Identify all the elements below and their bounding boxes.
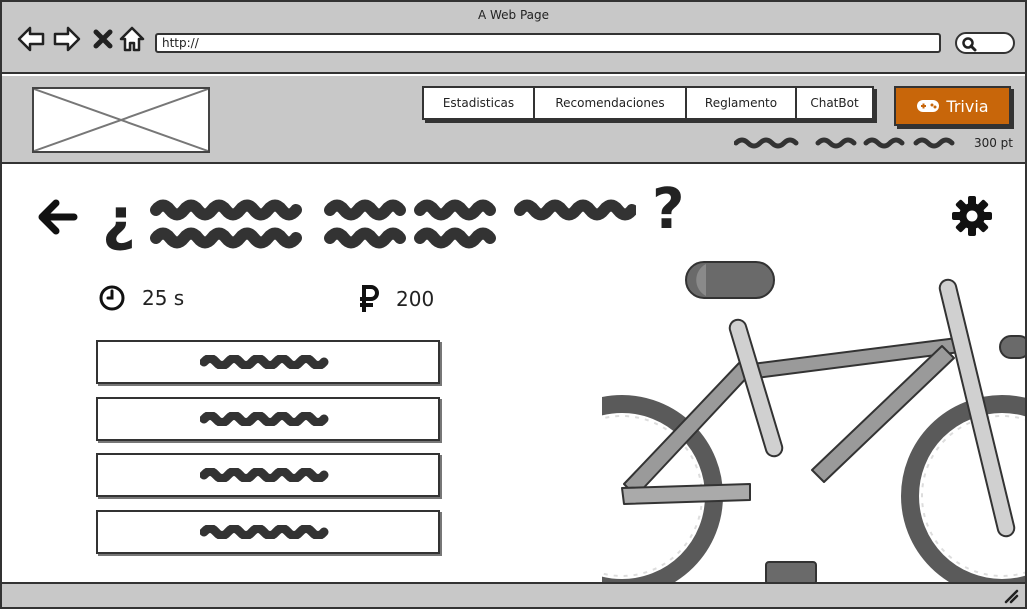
tab-reglamento[interactable]: Reglamento — [687, 88, 797, 118]
answer-text-scribble — [200, 468, 329, 482]
search-icon — [962, 37, 977, 52]
answer-option-4[interactable] — [96, 510, 440, 554]
logo-placeholder — [32, 87, 210, 153]
search-box[interactable] — [955, 32, 1015, 54]
reward-stat: 200 — [358, 284, 434, 314]
gear-icon — [952, 196, 992, 236]
back-button[interactable] — [36, 196, 78, 242]
timer-value: 25 s — [142, 286, 185, 310]
status-bar — [2, 582, 1025, 607]
trivia-label: Trivia — [946, 96, 989, 116]
ruble-icon — [360, 285, 379, 312]
trivia-button[interactable]: Trivia — [894, 86, 1011, 126]
timer-stat: 25 s — [98, 284, 184, 312]
answer-option-3[interactable] — [96, 453, 440, 497]
clock-icon — [99, 285, 125, 311]
answer-option-1[interactable] — [96, 340, 440, 384]
question-text-scribble — [150, 199, 636, 249]
answer-text-scribble — [200, 355, 329, 369]
trivia-question-panel: ¿ ? 25 s 200 — [2, 166, 1025, 582]
url-field[interactable]: http:// — [155, 33, 941, 53]
tab-chatbot[interactable]: ChatBot — [797, 88, 872, 118]
answer-text-scribble — [200, 525, 329, 539]
tab-recomendaciones[interactable]: Recomendaciones — [535, 88, 687, 118]
forward-arrow-icon[interactable] — [52, 24, 82, 54]
window-title: A Web Page — [477, 8, 550, 22]
answer-option-2[interactable] — [96, 397, 440, 441]
tab-estadisticas[interactable]: Estadisticas — [424, 88, 535, 118]
reward-value: 200 — [396, 287, 435, 311]
user-points: 300 pt — [973, 136, 1013, 150]
close-icon[interactable] — [88, 24, 118, 54]
question-open-mark: ¿ — [102, 185, 136, 253]
answer-text-scribble — [200, 412, 329, 426]
settings-button[interactable] — [950, 194, 994, 242]
browser-window: A Web Page http:// Estadisticas Recomend… — [0, 0, 1027, 609]
bicycle-illustration — [602, 261, 1025, 582]
username-scribble — [733, 137, 955, 149]
home-icon[interactable] — [117, 24, 147, 54]
question-close-mark: ? — [652, 177, 685, 242]
resize-grip-icon[interactable] — [1003, 588, 1019, 604]
back-arrow-icon[interactable] — [16, 24, 46, 54]
back-arrow-icon — [38, 199, 78, 235]
app-header: Estadisticas Recomendaciones Reglamento … — [2, 76, 1025, 164]
main-nav: Estadisticas Recomendaciones Reglamento … — [422, 86, 874, 120]
gamepad-icon — [917, 100, 940, 112]
browser-chrome: A Web Page http:// — [2, 2, 1025, 74]
user-summary: 300 pt — [733, 136, 1013, 150]
